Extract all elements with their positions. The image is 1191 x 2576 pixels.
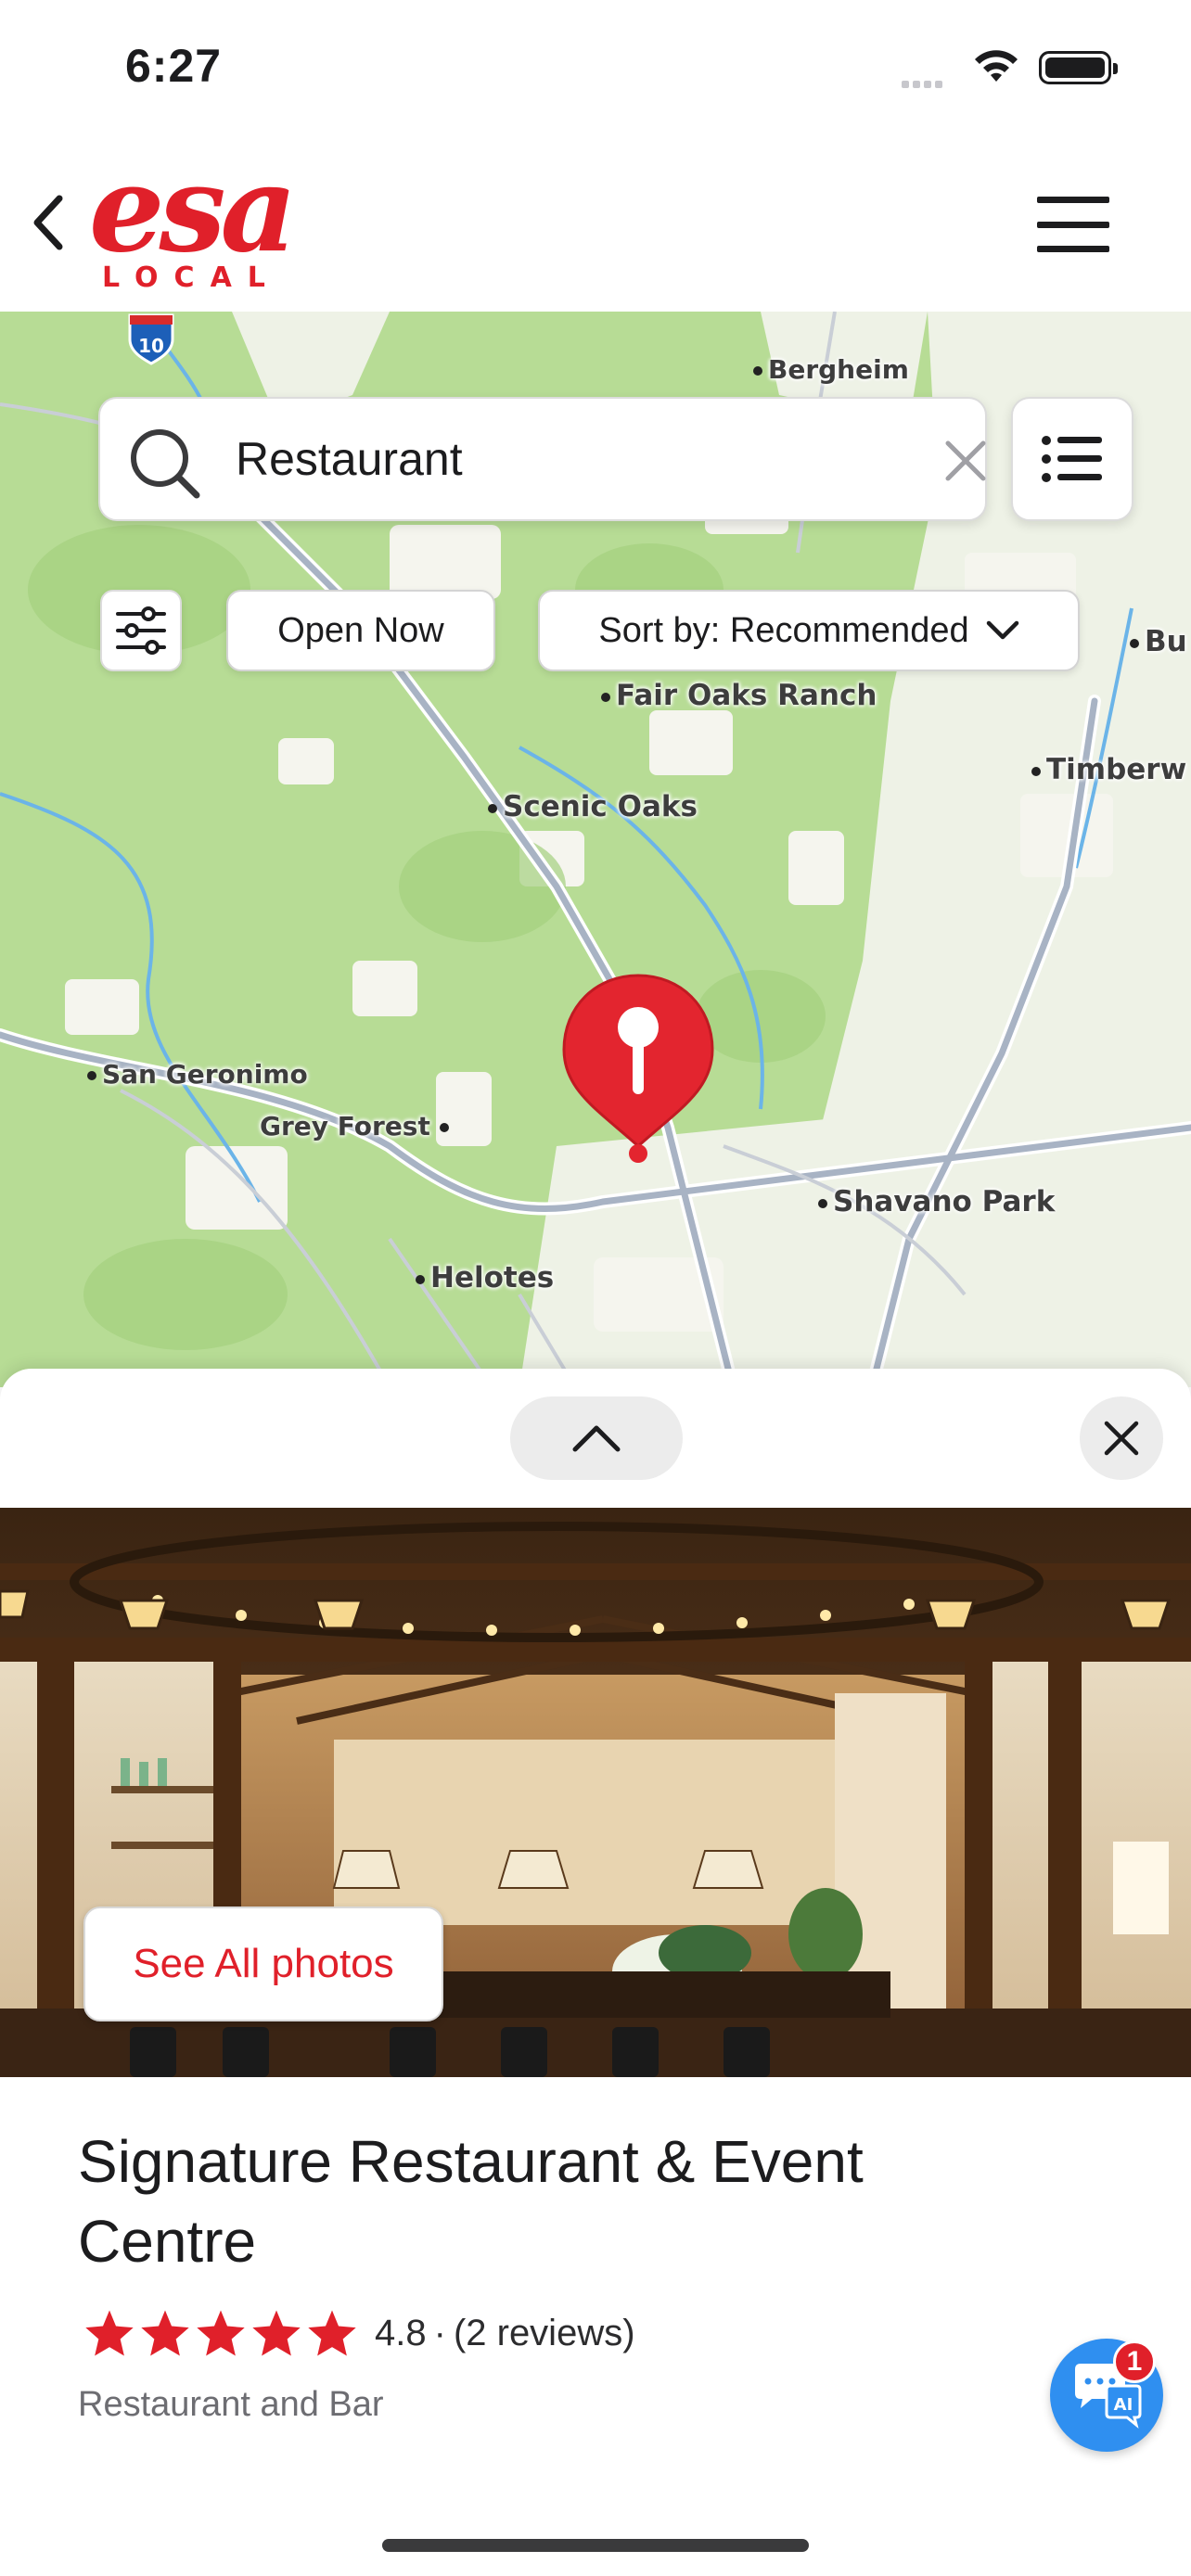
close-sheet-button[interactable]: [1080, 1396, 1163, 1480]
clear-search-button[interactable]: [933, 428, 998, 493]
svg-text:AI: AI: [1114, 2395, 1133, 2415]
sort-label: Sort by: Recommended: [598, 610, 969, 650]
map-label-san-geronimo: San Geronimo: [87, 1059, 308, 1090]
list-view-icon: [1042, 436, 1102, 482]
business-bottom-sheet: See All photos Signature Restaurant & Ev…: [0, 1369, 1191, 2576]
back-chevron-icon: [33, 195, 63, 250]
star-icon: [85, 2310, 134, 2356]
wifi-icon: [972, 48, 1020, 90]
star-icon: [308, 2310, 356, 2356]
see-all-photos-button[interactable]: See All photos: [83, 1906, 443, 2021]
chevron-up-icon: [572, 1425, 621, 1452]
list-view-button[interactable]: [1011, 397, 1133, 521]
map-label-timberwood: Timberw: [1031, 753, 1186, 786]
chat-notification-badge: 1: [1113, 2340, 1156, 2383]
map-view[interactable]: 10 Bergheim Fair Oaks Ranch Scenic Oaks …: [0, 312, 1191, 1387]
highway-shield-label: 10: [138, 335, 164, 357]
map-pin-icon[interactable]: [557, 972, 720, 1171]
map-label-bu: Bu: [1130, 625, 1187, 658]
business-category: Restaurant and Bar: [78, 2385, 384, 2424]
expand-sheet-button[interactable]: [510, 1396, 683, 1480]
star-icon: [197, 2310, 245, 2356]
map-label-fair-oaks-ranch: Fair Oaks Ranch: [601, 679, 877, 712]
app-header: esa LOCAL: [0, 139, 1191, 312]
star-icon: [141, 2310, 189, 2356]
star-icon: [252, 2310, 301, 2356]
rating-value: 4.8: [375, 2312, 427, 2353]
status-time: 6:27: [125, 40, 223, 92]
map-label-shavano-park: Shavano Park: [818, 1185, 1055, 1218]
logo-main-text: esa: [89, 140, 297, 279]
esa-local-logo[interactable]: esa LOCAL: [89, 150, 297, 297]
business-photo[interactable]: See All photos: [0, 1508, 1191, 2077]
search-value: Restaurant: [236, 433, 463, 485]
close-icon: [1104, 1421, 1139, 1456]
cellular-signal-icon: [902, 76, 946, 93]
status-bar: 6:27: [0, 0, 1191, 139]
search-input[interactable]: Restaurant: [98, 397, 987, 521]
map-label-grey-forest: Grey Forest: [260, 1111, 455, 1141]
logo-sub-text: LOCAL: [102, 261, 281, 294]
star-rating: [83, 2308, 358, 2358]
back-button[interactable]: [20, 185, 76, 260]
map-label-scenic-oaks: Scenic Oaks: [488, 790, 698, 823]
battery-icon: [1039, 51, 1118, 84]
hamburger-menu-icon[interactable]: [1031, 191, 1115, 258]
clear-x-icon: [945, 440, 986, 481]
search-icon: [131, 429, 200, 499]
business-name[interactable]: Signature Restaurant & Event Centre: [78, 2122, 1005, 2281]
filter-button[interactable]: [100, 590, 182, 671]
open-now-label: Open Now: [277, 610, 444, 650]
map-label-helotes: Helotes: [416, 1261, 554, 1294]
chevron-down-icon: [986, 620, 1018, 640]
rating-row[interactable]: 4.8 · (2 reviews): [83, 2305, 635, 2361]
home-indicator: [382, 2539, 809, 2552]
review-count: (2 reviews): [453, 2312, 635, 2353]
sort-dropdown[interactable]: Sort by: Recommended: [538, 590, 1080, 671]
filter-sliders-icon: [116, 606, 166, 655]
open-now-chip[interactable]: Open Now: [226, 590, 495, 671]
map-label-bergheim: Bergheim: [753, 354, 909, 385]
rating-separator: ·: [433, 2312, 446, 2353]
